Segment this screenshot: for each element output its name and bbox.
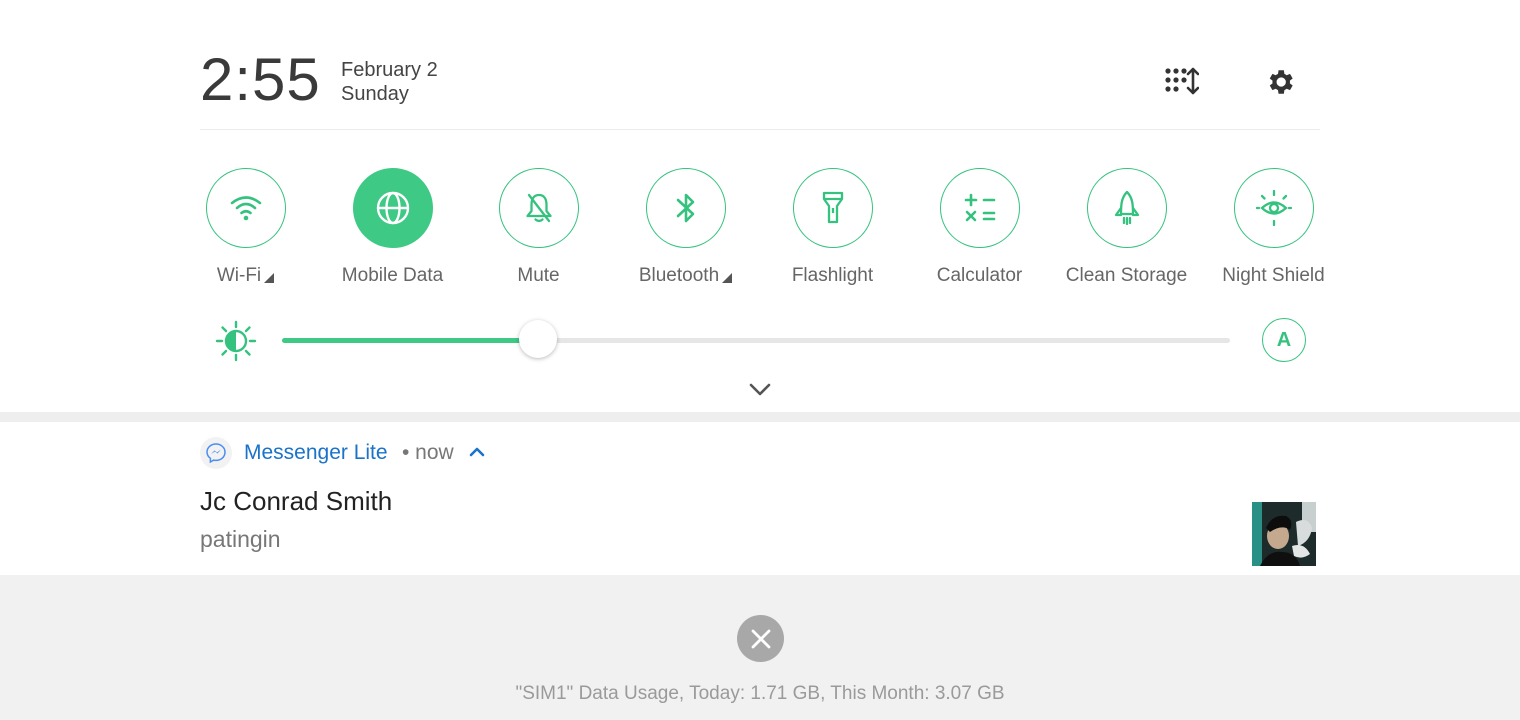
flashlight-icon (822, 191, 843, 224)
expand-chevron-icon[interactable] (745, 378, 775, 402)
toggle-mobile-data-label: Mobile Data (341, 265, 444, 286)
wifi-icon (230, 196, 261, 221)
brightness-slider-fill (282, 338, 538, 343)
toggle-night-shield-circle[interactable] (1233, 168, 1314, 248)
brightness-slider-thumb[interactable] (518, 320, 557, 358)
auto-brightness-button[interactable]: A (1262, 318, 1306, 362)
toggle-calculator-label: Calculator (936, 265, 1023, 286)
clock[interactable]: 2:55 (200, 48, 321, 112)
bluetooth-menu-indicator[interactable] (722, 273, 733, 283)
brightness-icon (214, 319, 258, 363)
section-divider (0, 412, 1520, 422)
rocket-icon (1114, 190, 1139, 226)
sender-avatar (1252, 502, 1316, 566)
toggle-mobile-data-circle[interactable] (352, 168, 433, 248)
collapse-chevron-up-icon[interactable] (467, 444, 487, 460)
toggle-mute-label: Mute (517, 265, 560, 286)
toggle-calculator[interactable]: Calculator (906, 168, 1053, 287)
toggle-night-shield-label: Night Shield (1222, 265, 1325, 286)
toggle-calculator-circle[interactable] (939, 168, 1020, 248)
toggle-flashlight-label: Flashlight (791, 265, 874, 286)
toggle-mute[interactable]: Mute (465, 168, 612, 287)
brightness-slider[interactable] (282, 320, 1230, 358)
messenger-lite-app-icon (200, 437, 232, 469)
toggle-clean-storage-circle[interactable] (1086, 168, 1167, 248)
status-header: 2:55 February 2 Sunday (200, 40, 1320, 130)
toggle-wifi[interactable]: Wi-Fi (172, 168, 319, 287)
notification-card[interactable]: Messenger Lite • now Jc Conrad Smith pat… (0, 422, 1520, 575)
toggle-clean-storage[interactable]: Clean Storage (1053, 168, 1200, 287)
close-icon (751, 629, 770, 648)
settings-gear-icon[interactable] (1262, 64, 1298, 100)
toggle-flashlight-circle[interactable] (792, 168, 873, 248)
auto-brightness-label: A (1276, 328, 1292, 351)
calculator-icon (964, 193, 995, 222)
bell-off-icon (525, 193, 552, 223)
bottom-panel: "SIM1" Data Usage, Today: 1.71 GB, This … (0, 575, 1520, 720)
date-label: February 2 (341, 59, 438, 81)
notification-app-name: Messenger Lite (244, 441, 388, 464)
wifi-menu-indicator[interactable] (264, 273, 275, 283)
notification-title: Jc Conrad Smith (200, 486, 393, 516)
toggle-bluetooth-label: Bluetooth (639, 265, 733, 287)
eye-sun-icon (1255, 189, 1292, 227)
bluetooth-icon (676, 193, 694, 223)
toggle-wifi-circle[interactable] (205, 168, 286, 248)
date-block[interactable]: February 2 Sunday (341, 58, 438, 106)
data-usage-text: "SIM1" Data Usage, Today: 1.71 GB, This … (515, 683, 1005, 704)
toggle-mute-circle[interactable] (498, 168, 579, 248)
toggle-bluetooth[interactable]: Bluetooth (612, 168, 759, 287)
toggle-flashlight[interactable]: Flashlight (759, 168, 906, 287)
toggle-mobile-data[interactable]: Mobile Data (319, 168, 466, 287)
toggle-clean-storage-label: Clean Storage (1065, 265, 1188, 286)
quick-toggles: Wi-Fi Mobile Data Mute Bluetooth Flashli… (0, 168, 1520, 298)
toggle-wifi-label: Wi-Fi (217, 265, 275, 287)
notification-time: • now (402, 441, 454, 464)
toggle-night-shield[interactable]: Night Shield (1200, 168, 1347, 287)
globe-icon (376, 191, 409, 225)
clear-all-button[interactable] (737, 615, 784, 662)
notification-message: patingin (200, 526, 281, 552)
day-label: Sunday (341, 83, 409, 105)
edit-tiles-icon[interactable] (1164, 64, 1200, 100)
toggle-bluetooth-circle[interactable] (645, 168, 726, 248)
